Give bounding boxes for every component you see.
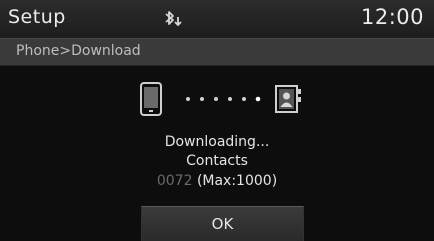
page-title: Setup <box>8 6 66 28</box>
download-screen: Setup 12:00 Phone>Download Downloading..… <box>0 0 434 241</box>
contacts-book-icon <box>275 85 301 113</box>
phone-icon <box>140 82 162 116</box>
download-count: 0072 <box>156 173 193 189</box>
clock: 12:00 <box>360 5 424 29</box>
download-count-line: 0072 (Max:1000) <box>0 173 434 189</box>
breadcrumb-text: Phone>Download <box>16 43 141 59</box>
status-bar: Setup 12:00 <box>0 0 434 38</box>
breadcrumb: Phone>Download <box>0 38 434 66</box>
ok-button[interactable]: OK <box>141 206 304 241</box>
download-status-text: Downloading... <box>164 134 270 150</box>
download-max-label: (Max:1000) <box>196 173 278 189</box>
download-item-text: Contacts <box>186 153 248 169</box>
bluetooth-download-icon <box>165 11 182 27</box>
transfer-progress-dots <box>186 96 261 102</box>
